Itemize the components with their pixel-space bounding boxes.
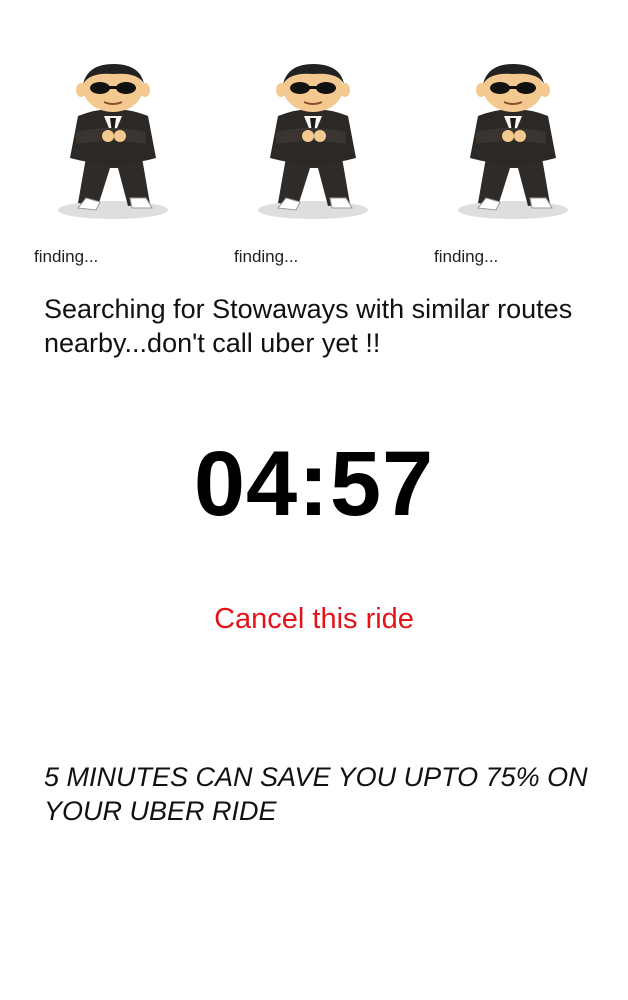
finding-status-label: finding... xyxy=(434,247,499,266)
finding-status-label: finding... xyxy=(234,247,299,266)
finding-status-label: finding... xyxy=(34,247,99,266)
cancel-ride-button[interactable]: Cancel this ride xyxy=(0,603,628,636)
promo-text: 5 MINUTES CAN SAVE YOU UPTO 75% ON YOUR … xyxy=(44,762,588,826)
countdown-timer: 04:57 xyxy=(193,433,435,535)
dancing-man-icon xyxy=(248,58,378,228)
search-message: Searching for Stowaways with similar rou… xyxy=(44,294,573,358)
dancing-man-icon xyxy=(448,58,578,228)
searching-animation: finding... finding... finding... xyxy=(0,0,628,280)
dancing-man-icon xyxy=(48,58,178,228)
